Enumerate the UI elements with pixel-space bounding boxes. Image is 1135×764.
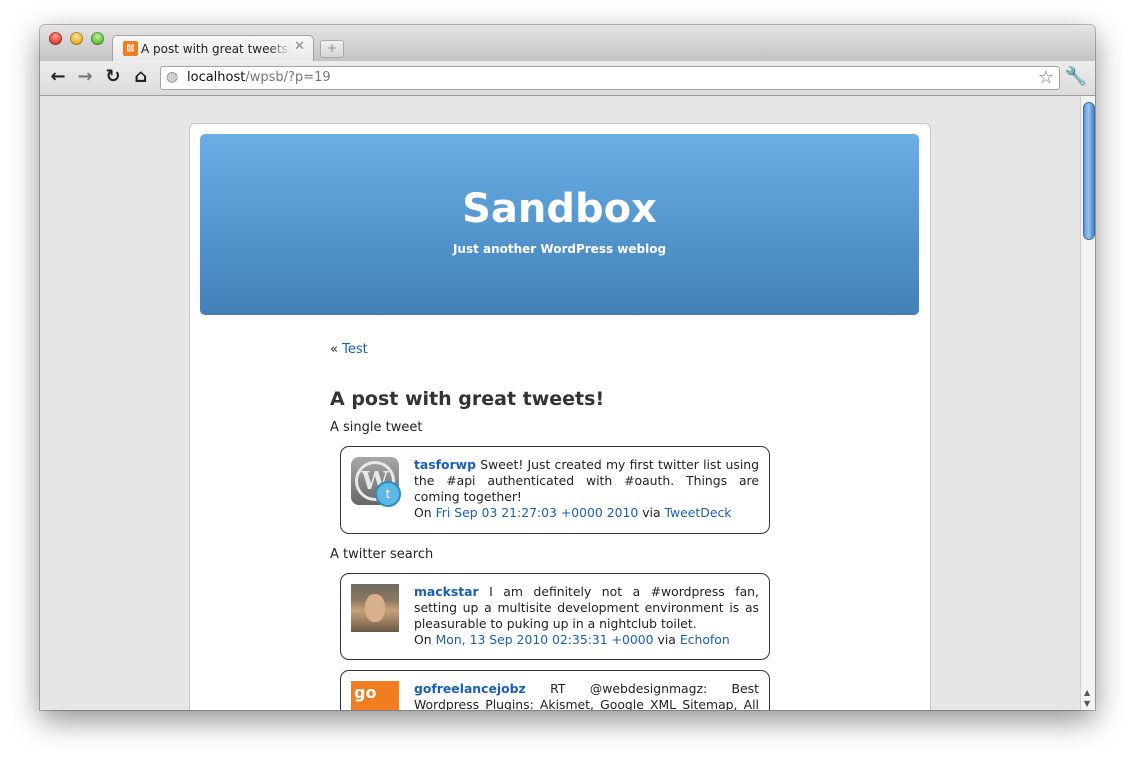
wordpress-twitter-avatar-icon[interactable]: W t [351,457,401,507]
tweet-body: gofreelancejobz RT @webdesignmagz: Best … [414,681,759,710]
single-tweet-label: A single tweet [330,420,423,435]
user-photo-avatar-icon[interactable] [351,584,399,632]
browser-toolbar: ← → ↻ ⌂ ◍ localhost/wpsb/?p=19 ☆ 🔧 [40,61,1095,96]
twitter-search-label: A twitter search [330,547,434,562]
go-logo-avatar-icon[interactable]: go [351,681,399,710]
tweet-via-label: via [657,632,676,647]
tab-close-icon[interactable]: ✕ [294,39,305,54]
tweet-card: go gofreelancejobz RT @webdesignmagz: Be… [340,670,770,710]
tweet-body: tasforwp Sweet! Just created my first tw… [414,457,759,521]
minimize-window-button[interactable] [70,32,83,45]
tweet-on-label: On [414,505,432,520]
back-arrow-icon[interactable]: ← [46,65,70,89]
site-header: Sandbox Just another WordPress weblog [200,134,919,315]
tweet-card: W t tasforwp Sweet! Just created my firs… [340,446,770,534]
home-icon[interactable]: ⌂ [129,65,153,89]
tweet-via-label: via [642,505,661,520]
site-description: Just another WordPress weblog [452,242,667,256]
previous-post-link[interactable]: Test [342,342,368,357]
close-window-button[interactable] [49,32,62,45]
wrench-icon[interactable]: 🔧 [1065,66,1087,87]
scroll-up-arrow-icon[interactable]: ▲ [1084,688,1090,697]
tweet-date-link[interactable]: Fri Sep 03 21:27:03 +0000 2010 [436,505,639,520]
tweet-source-link[interactable]: TweetDeck [665,505,732,520]
new-tab-button[interactable]: + [320,40,344,58]
page-viewport: Sandbox Just another WordPress weblog « … [40,96,1079,710]
xampp-favicon-icon: ⊠ [123,41,138,56]
url-text: localhost/wpsb/?p=19 [187,70,331,85]
vertical-scrollbar[interactable]: ▲ ▼ [1080,96,1095,710]
globe-icon: ◍ [166,69,179,85]
url-path: /wpsb/?p=19 [245,70,331,85]
title-bar: ⊠ A post with great tweets! « Sandbox ✕ … [40,25,1095,62]
tab-title: A post with great tweets! « Sandbox [141,42,291,56]
scrollbar-thumb[interactable] [1083,102,1095,240]
forward-arrow-icon[interactable]: → [73,65,97,89]
browser-window: ⊠ A post with great tweets! « Sandbox ✕ … [40,25,1095,710]
tweet-body: mackstar I am definitely not a #wordpres… [414,584,759,648]
post-title: A post with great tweets! [330,388,605,410]
tweet-author-link[interactable]: tasforwp [414,457,476,472]
tweet-author-link[interactable]: mackstar [414,584,479,599]
site-title[interactable]: Sandbox [200,186,919,232]
tweet-card: mackstar I am definitely not a #wordpres… [340,573,770,660]
bookmark-star-icon[interactable]: ☆ [1038,67,1054,88]
tweet-meta: On Fri Sep 03 21:27:03 +0000 2010 via Tw… [414,505,759,521]
browser-tab[interactable]: ⊠ A post with great tweets! « Sandbox ✕ [112,35,314,62]
tweet-author-link[interactable]: gofreelancejobz [414,681,526,696]
reload-icon[interactable]: ↻ [101,65,125,89]
url-host: localhost [187,70,246,85]
zoom-window-button[interactable] [91,32,104,45]
previous-arrow: « [330,342,338,357]
tweet-on-label: On [414,632,432,647]
tweet-date-link[interactable]: Mon, 13 Sep 2010 02:35:31 +0000 [436,632,654,647]
tweet-source-link[interactable]: Echofon [680,632,730,647]
page-container: Sandbox Just another WordPress weblog « … [189,123,931,710]
address-bar[interactable]: ◍ localhost/wpsb/?p=19 ☆ [160,66,1060,90]
previous-post-nav: « Test [330,342,368,357]
scroll-down-arrow-icon[interactable]: ▼ [1084,699,1090,708]
avatar-logo-text: go [354,683,377,702]
tweet-meta: On Mon, 13 Sep 2010 02:35:31 +0000 via E… [414,632,759,648]
